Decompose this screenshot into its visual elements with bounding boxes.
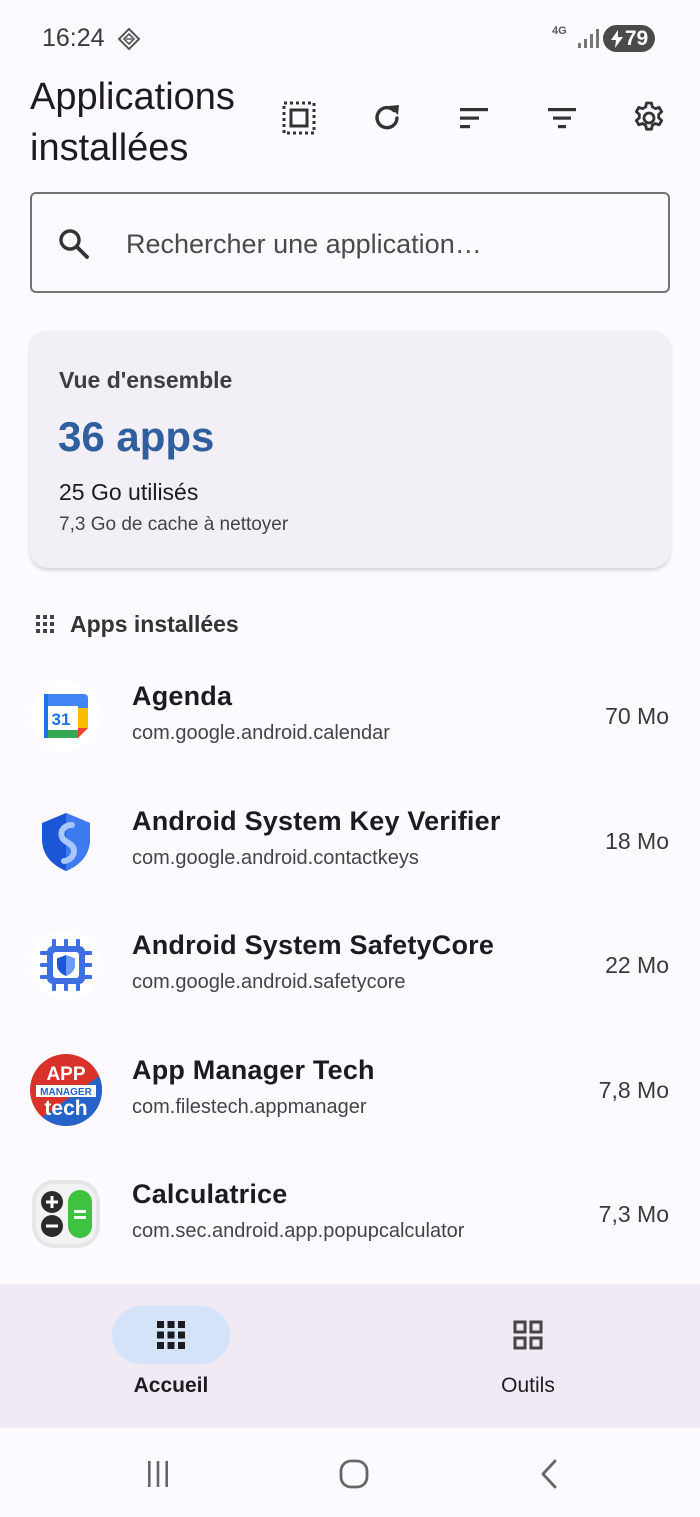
app-size: 7,3 Mo [598, 1201, 669, 1227]
search-icon [59, 229, 89, 259]
list-item[interactable]: Calculatrice com.sec.android.app.popupca… [0, 1153, 700, 1278]
apps-grid-small-icon [36, 615, 54, 633]
app-package: com.google.android.calendar [132, 722, 390, 744]
search-box[interactable] [30, 192, 670, 293]
app-manager-logo: APP MANAGER tech [30, 1053, 102, 1126]
app-name: Android System SafetyCore [132, 930, 495, 960]
recent-apps-icon [148, 1461, 168, 1487]
nav-label-outils: Outils [501, 1374, 555, 1397]
refresh-button[interactable] [365, 96, 409, 140]
chip-shield-icon [31, 930, 101, 1000]
app-count: 36 apps [58, 413, 215, 460]
section-header: Apps installées [36, 608, 239, 640]
nav-label-accueil: Accueil [133, 1374, 209, 1397]
settings-button[interactable] [627, 96, 671, 140]
sort-button[interactable] [452, 96, 496, 140]
status-bar: 16:24 4G 79 [0, 0, 700, 76]
refresh-icon [375, 105, 399, 130]
search-input[interactable] [126, 219, 646, 269]
tools-grid-icon [513, 1320, 543, 1350]
section-title: Apps installées [70, 610, 239, 637]
sync-diamond-icon [117, 27, 141, 51]
app-package: com.google.android.contactkeys [132, 846, 419, 869]
overview-card: Vue d'ensemble 36 apps 25 Go utilisés 7,… [30, 331, 670, 568]
sort-icon [460, 108, 488, 129]
home-button[interactable] [334, 1456, 374, 1492]
calendar-day: 31 [52, 710, 71, 729]
select-all-button[interactable] [277, 96, 321, 140]
status-time: 16:24 [42, 24, 105, 52]
filter-button[interactable] [540, 96, 584, 140]
back-button[interactable] [530, 1456, 570, 1492]
nav-active-indicator [112, 1306, 230, 1364]
page-title: Applications installées [30, 76, 235, 169]
nav-pill [469, 1306, 587, 1364]
list-item[interactable]: Android System SafetyCore com.google.and… [0, 904, 700, 1029]
home-icon [339, 1459, 369, 1489]
back-icon [541, 1459, 557, 1489]
app-size: 7,8 Mo [598, 1076, 669, 1103]
app-name: App Manager Tech [132, 1054, 375, 1085]
system-navigation-bar [0, 1428, 700, 1517]
app-name: Agenda [132, 681, 233, 711]
recent-apps-button[interactable] [138, 1456, 178, 1492]
shield-icon [42, 812, 90, 871]
list-item[interactable]: 31 Agenda com.google.android.calendar 70… [0, 655, 700, 780]
filter-icon [548, 108, 576, 129]
app-size: 70 Mo [605, 703, 669, 729]
app-package: com.filestech.appmanager [132, 1095, 367, 1118]
apps-grid-icon [157, 1321, 185, 1349]
app-name: Android System Key Verifier [132, 805, 501, 836]
app-package: com.google.android.safetycore [132, 971, 406, 993]
calculator-icon [32, 1180, 100, 1248]
network-type: 4G [552, 25, 567, 37]
logo-text-app: APP [46, 1064, 85, 1085]
app-size: 18 Mo [605, 827, 669, 854]
cache-to-clean: 7,3 Go de cache à nettoyer [59, 514, 289, 535]
nav-item-outils[interactable]: Outils [428, 1284, 628, 1428]
bottom-navigation: Accueil Outils [0, 1284, 700, 1428]
signal-icon [578, 29, 599, 48]
nav-item-accueil[interactable]: Accueil [71, 1284, 271, 1428]
app-name: Calculatrice [132, 1179, 288, 1209]
overview-label: Vue d'ensemble [59, 367, 233, 393]
calendar-icon: 31 [31, 681, 101, 751]
list-item[interactable]: APP MANAGER tech App Manager Tech com.fi… [0, 1029, 700, 1154]
logo-text-tech: tech [44, 1097, 87, 1120]
charging-bolt-icon [610, 29, 623, 48]
list-item[interactable]: Android System Key Verifier com.google.a… [0, 780, 700, 905]
battery-indicator: 79 [603, 25, 655, 52]
app-list: 31 Agenda com.google.android.calendar 70… [0, 655, 700, 1278]
gear-icon [634, 101, 664, 131]
select-all-icon [282, 101, 316, 135]
storage-used: 25 Go utilisés [59, 479, 199, 505]
battery-level: 79 [624, 26, 649, 50]
app-package: com.sec.android.app.popupcalculator [132, 1220, 465, 1242]
app-size: 22 Mo [605, 952, 669, 978]
